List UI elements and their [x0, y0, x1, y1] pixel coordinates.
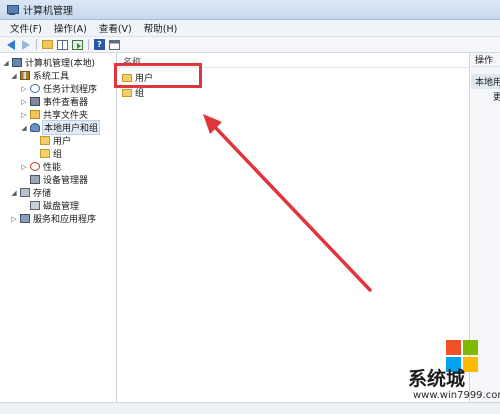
export-icon[interactable] — [71, 39, 84, 51]
menu-help[interactable]: 帮助(H) — [138, 20, 184, 36]
actions-header: 操作 — [471, 53, 500, 67]
collapse-icon[interactable]: ◢ — [10, 189, 18, 197]
tree-item-storage[interactable]: ◢ 存储 — [10, 186, 51, 199]
folder-icon — [40, 136, 50, 145]
toolbar-divider — [36, 39, 37, 50]
tree-item-performance[interactable]: ▷ 性能 — [20, 160, 61, 173]
tree-item-shared-folders[interactable]: ▷ 共享文件夹 — [20, 108, 88, 121]
menu-bar: 文件(F) 操作(A) 查看(V) 帮助(H) — [0, 20, 500, 37]
tree-item-device-manager[interactable]: 设备管理器 — [30, 173, 88, 186]
folder-icon — [40, 149, 50, 158]
disk-icon — [30, 201, 40, 210]
forward-icon[interactable] — [19, 39, 32, 51]
event-viewer-icon — [30, 97, 40, 106]
folder-icon — [122, 88, 132, 97]
storage-icon — [20, 188, 30, 197]
device-manager-icon — [30, 175, 40, 184]
collapse-icon[interactable]: ◢ — [20, 124, 28, 132]
highlight-box — [114, 63, 202, 88]
computer-icon — [12, 58, 22, 67]
toolbar-divider — [88, 39, 89, 50]
show-tree-icon[interactable] — [56, 39, 69, 51]
collapse-icon[interactable]: ◢ — [10, 72, 18, 80]
computer-management-icon — [6, 4, 19, 16]
menu-action[interactable]: 操作(A) — [48, 20, 93, 36]
help-icon[interactable]: ? — [93, 39, 106, 51]
status-bar — [0, 402, 500, 414]
watermark-title: 系统城 — [408, 368, 466, 390]
menu-file[interactable]: 文件(F) — [4, 20, 48, 36]
users-icon — [30, 123, 40, 132]
tree-item-disk-management[interactable]: 磁盘管理 — [30, 199, 79, 212]
back-icon[interactable] — [4, 39, 17, 51]
more-actions-link[interactable]: 更多操作 — [471, 89, 500, 103]
clock-icon — [30, 84, 40, 93]
tree-item-local-users-groups[interactable]: ◢ 本地用户和组 — [20, 120, 101, 135]
tree-item-services-apps[interactable]: ▷ 服务和应用程序 — [10, 212, 96, 225]
tools-icon — [20, 71, 30, 80]
title-bar: 计算机管理 — [0, 0, 500, 20]
services-icon — [20, 214, 30, 223]
tree-item-event-viewer[interactable]: ▷ 事件查看器 — [20, 95, 88, 108]
tree-item-root[interactable]: ◢ 计算机管理(本地) — [2, 56, 95, 69]
navigation-tree: ◢ 计算机管理(本地) ◢ 系统工具 ▷ 任务计划程序 ▷ 事件查看器 ▷ 共享… — [0, 53, 117, 414]
expand-icon[interactable]: ▷ — [20, 98, 28, 106]
expand-icon[interactable]: ▷ — [20, 163, 28, 171]
menu-view[interactable]: 查看(V) — [93, 20, 138, 36]
action-pane-icon[interactable] — [108, 39, 121, 51]
watermark-url: www.win7999.com — [413, 390, 500, 401]
expand-icon[interactable]: ▷ — [20, 85, 28, 93]
collapse-icon[interactable]: ◢ — [2, 59, 10, 67]
expand-icon[interactable]: ▷ — [10, 215, 18, 223]
tree-item-groups[interactable]: 组 — [40, 147, 62, 160]
tree-item-users[interactable]: 用户 — [40, 134, 71, 147]
shared-folder-icon — [30, 110, 40, 119]
up-folder-icon[interactable] — [41, 39, 54, 51]
expand-icon[interactable]: ▷ — [20, 111, 28, 119]
toolbar: ? — [0, 37, 500, 53]
performance-icon — [30, 162, 40, 171]
tree-item-system-tools[interactable]: ◢ 系统工具 — [10, 69, 69, 82]
actions-section-title[interactable]: 本地用户和组 — [471, 74, 500, 89]
tree-item-task-scheduler[interactable]: ▷ 任务计划程序 — [20, 82, 97, 95]
content-list: 名称 用户 组 — [118, 53, 470, 414]
window-title: 计算机管理 — [23, 6, 73, 17]
